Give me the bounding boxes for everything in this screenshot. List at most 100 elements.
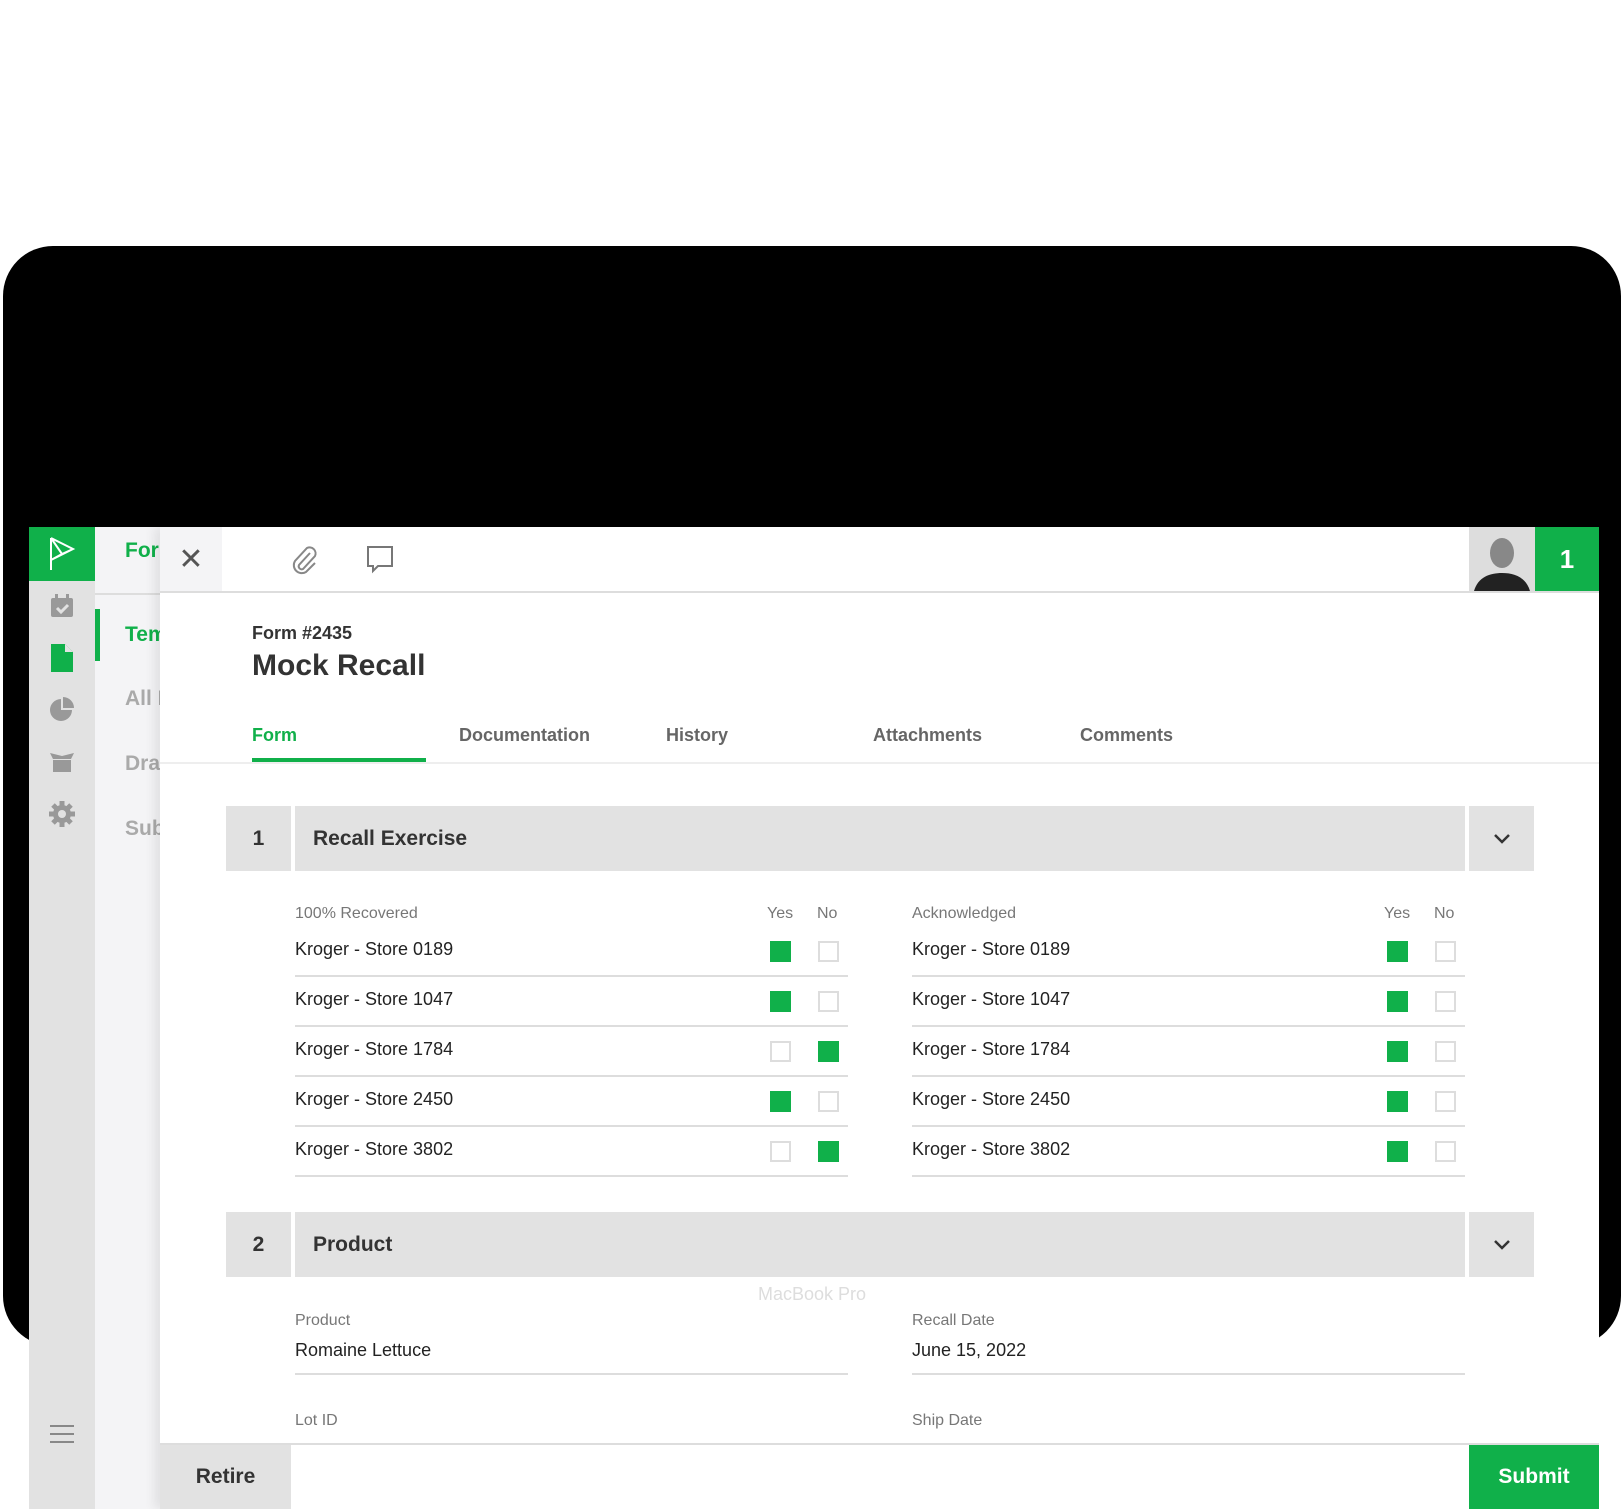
store-row: Kroger - Store 2450 (295, 1077, 848, 1127)
nav-item-all-forms[interactable]: All Forms (125, 687, 160, 711)
yes-checkbox[interactable] (770, 1141, 791, 1162)
secondary-nav: Forms Templates All Forms Drafts Submitt… (95, 527, 160, 1509)
store-row: Kroger - Store 3802 (912, 1127, 1465, 1177)
no-checkbox[interactable] (1435, 941, 1456, 962)
secondary-nav-header: Forms (125, 539, 160, 562)
no-checkbox[interactable] (818, 991, 839, 1012)
menu-icon[interactable] (47, 1419, 77, 1449)
yes-checkbox[interactable] (770, 1091, 791, 1112)
notification-badge[interactable]: 1 (1535, 527, 1599, 591)
app-screen: Forms Templates All Forms Drafts Submitt… (29, 527, 1599, 1509)
paperclip-icon[interactable] (290, 545, 318, 580)
store-name: Kroger - Store 2450 (295, 1089, 454, 1109)
box-icon[interactable] (47, 747, 77, 777)
yes-checkbox[interactable] (770, 1041, 791, 1062)
section-number: 1 (226, 806, 291, 871)
store-row: Kroger - Store 0189 (295, 927, 848, 977)
action-bar: Retire Submit (160, 1443, 1599, 1509)
tab-attachments[interactable]: Attachments (873, 725, 982, 746)
store-row: Kroger - Store 1784 (912, 1027, 1465, 1077)
yes-checkbox[interactable] (1387, 1041, 1408, 1062)
store-name: Kroger - Store 1784 (295, 1039, 454, 1059)
tab-comments[interactable]: Comments (1080, 725, 1173, 746)
store-name: Kroger - Store 3802 (912, 1139, 1071, 1159)
store-name: Kroger - Store 0189 (912, 939, 1071, 959)
field-value: Romaine Lettuce (295, 1340, 848, 1375)
tab-history[interactable]: History (666, 725, 728, 746)
field-label: Lot ID (295, 1412, 338, 1429)
avatar[interactable] (1469, 527, 1535, 591)
submit-button[interactable]: Submit (1469, 1445, 1599, 1509)
section-header-recall-exercise[interactable]: 1 Recall Exercise (226, 806, 1534, 871)
close-icon: ✕ (178, 542, 204, 576)
app-logo[interactable] (29, 527, 95, 581)
form-number: Form #2435 (252, 623, 353, 643)
tab-documentation[interactable]: Documentation (459, 725, 590, 746)
section-title: Product (295, 1212, 1465, 1277)
form-panel: ✕ 1 Form #2435 Mock Recall Form Document… (160, 527, 1599, 1509)
tab-form[interactable]: Form (252, 725, 297, 746)
ship-date-field[interactable]: Ship Date (912, 1412, 1465, 1430)
no-checkbox[interactable] (818, 1091, 839, 1112)
no-header: No (1434, 905, 1455, 922)
yes-checkbox[interactable] (770, 941, 791, 962)
recall-date-field[interactable]: Recall Date June 15, 2022 (912, 1312, 1465, 1375)
no-checkbox[interactable] (1435, 1091, 1456, 1112)
comment-icon[interactable] (366, 545, 394, 580)
chevron-down-icon[interactable] (1469, 806, 1534, 871)
column-label: 100% Recovered (295, 905, 418, 922)
gear-icon[interactable] (47, 799, 77, 829)
logo-icon (50, 537, 76, 570)
column-label: Acknowledged (912, 905, 1017, 922)
store-name: Kroger - Store 3802 (295, 1139, 454, 1159)
field-label: Recall Date (912, 1312, 995, 1329)
no-checkbox[interactable] (818, 1141, 839, 1162)
yes-checkbox[interactable] (1387, 991, 1408, 1012)
section-header-product[interactable]: 2 Product (226, 1212, 1534, 1277)
nav-item-drafts[interactable]: Drafts (125, 752, 160, 776)
no-checkbox[interactable] (818, 941, 839, 962)
page-title: Mock Recall (252, 649, 426, 682)
device-frame: Forms Templates All Forms Drafts Submitt… (3, 246, 1621, 1509)
field-label: Ship Date (912, 1412, 983, 1429)
yes-checkbox[interactable] (770, 991, 791, 1012)
store-row: Kroger - Store 1784 (295, 1027, 848, 1077)
pie-chart-icon[interactable] (47, 695, 77, 725)
store-name: Kroger - Store 2450 (912, 1089, 1071, 1109)
field-value: June 15, 2022 (912, 1340, 1465, 1375)
document-icon[interactable] (47, 643, 77, 673)
store-row: Kroger - Store 2450 (912, 1077, 1465, 1127)
store-row: Kroger - Store 3802 (295, 1127, 848, 1177)
yes-checkbox[interactable] (1387, 1141, 1408, 1162)
toolbar: ✕ 1 (160, 527, 1599, 593)
field-label: Product (295, 1312, 351, 1329)
yes-header: Yes (767, 905, 794, 922)
store-name: Kroger - Store 1047 (912, 989, 1071, 1009)
retire-button[interactable]: Retire (160, 1445, 291, 1509)
no-checkbox[interactable] (1435, 1041, 1456, 1062)
nav-item-submitted[interactable]: Submitted (125, 817, 160, 841)
no-checkbox[interactable] (1435, 1141, 1456, 1162)
no-checkbox[interactable] (1435, 991, 1456, 1012)
yes-header: Yes (1384, 905, 1411, 922)
store-row: Kroger - Store 1047 (295, 977, 848, 1027)
yes-checkbox[interactable] (1387, 1091, 1408, 1112)
yes-checkbox[interactable] (1387, 941, 1408, 962)
store-row: Kroger - Store 0189 (912, 927, 1465, 977)
store-name: Kroger - Store 1784 (912, 1039, 1071, 1059)
device-label: MacBook Pro (757, 1284, 867, 1304)
section-number: 2 (226, 1212, 291, 1277)
store-name: Kroger - Store 1047 (295, 989, 454, 1009)
product-field[interactable]: Product Romaine Lettuce (295, 1312, 848, 1375)
close-button[interactable]: ✕ (160, 527, 222, 591)
no-checkbox[interactable] (818, 1041, 839, 1062)
nav-item-templates[interactable]: Templates (125, 623, 160, 647)
no-header: No (817, 905, 838, 922)
icon-sidebar (29, 527, 95, 1509)
lot-id-field[interactable]: Lot ID (295, 1412, 848, 1430)
store-row: Kroger - Store 1047 (912, 977, 1465, 1027)
section-title: Recall Exercise (295, 806, 1465, 871)
chevron-down-icon[interactable] (1469, 1212, 1534, 1277)
store-name: Kroger - Store 0189 (295, 939, 454, 959)
calendar-check-icon[interactable] (47, 591, 77, 621)
